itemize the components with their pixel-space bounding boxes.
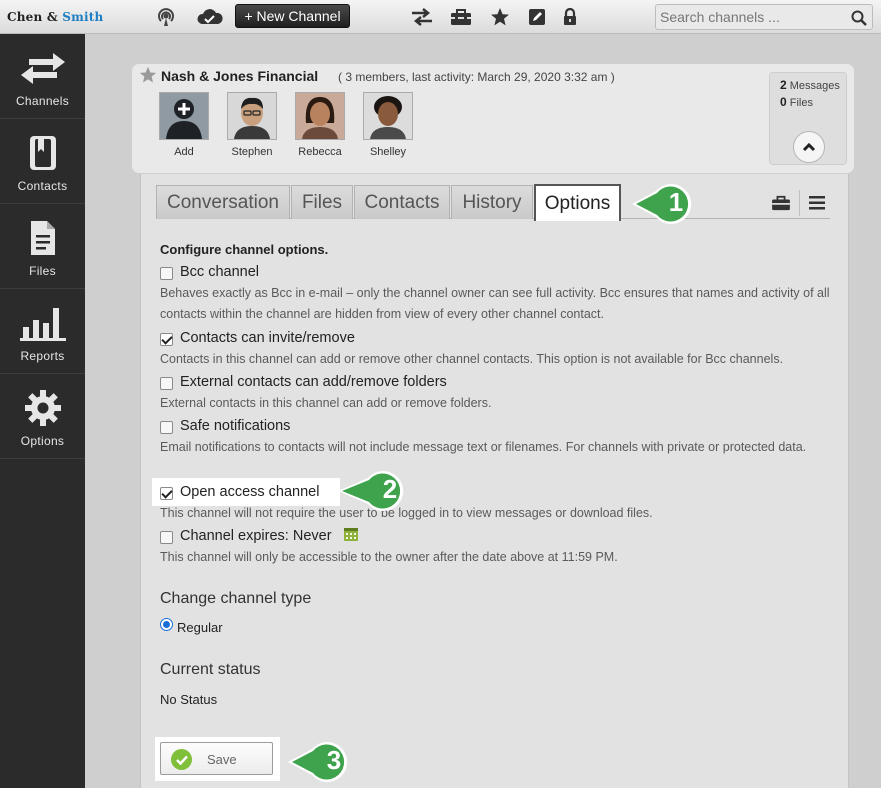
collapse-header-button[interactable]	[793, 131, 825, 163]
external-folders-checkbox[interactable]	[160, 377, 173, 390]
callout-number: 1	[668, 187, 684, 217]
channel-stats: 2 Messages 0 Files	[769, 72, 847, 165]
option-description: This channel will not require the user t…	[160, 506, 653, 520]
edit-icon[interactable]	[526, 6, 548, 28]
sidebar-item-contacts[interactable]: Contacts	[0, 119, 85, 204]
open-access-checkbox[interactable]	[160, 487, 173, 500]
tab-history[interactable]: History	[451, 185, 533, 219]
option-description: Behaves exactly as Bcc in e-mail – only …	[160, 286, 830, 321]
avatar	[295, 92, 345, 140]
tab-conversation[interactable]: Conversation	[156, 185, 290, 219]
option-label: External contacts can add/remove folders	[180, 374, 447, 390]
files-count: 0	[780, 95, 787, 109]
chevron-up-icon	[802, 142, 816, 152]
add-member-button[interactable]: Add	[159, 92, 209, 158]
search-input[interactable]	[660, 8, 846, 26]
save-button[interactable]: Save	[160, 742, 273, 775]
files-label: Files	[789, 97, 813, 109]
star-icon[interactable]	[489, 6, 511, 28]
top-bar: Chen & Smith + New Channel	[0, 0, 881, 34]
member-rebecca[interactable]: Rebecca	[295, 92, 345, 158]
broadcast-icon[interactable]	[155, 6, 177, 28]
tab-options[interactable]: Options	[534, 184, 621, 221]
option-label: Channel expires: Never	[180, 528, 332, 544]
sidebar-item-options[interactable]: Options	[0, 374, 85, 459]
sidebar-item-label: Reports	[20, 349, 65, 363]
bcc-channel-checkbox[interactable]	[160, 267, 173, 280]
file-icon	[0, 218, 85, 258]
tool-separator	[799, 190, 800, 216]
sidebar-item-reports[interactable]: Reports	[0, 289, 85, 374]
callout-3: 3	[286, 740, 358, 788]
callout-number: 2	[382, 474, 398, 504]
option-label: Safe notifications	[180, 418, 291, 434]
files-stat: 0 Files	[780, 95, 813, 109]
callout-2: 2	[336, 469, 416, 518]
callout-1: 1	[630, 182, 702, 231]
menu-icon[interactable]	[806, 193, 828, 213]
option-description: This channel will only be accessible to …	[160, 550, 618, 564]
channel-expires-checkbox[interactable]	[160, 531, 173, 544]
sidebar-item-label: Files	[29, 264, 56, 278]
messages-stat: 2 Messages	[780, 78, 840, 92]
add-member-avatar	[159, 92, 209, 140]
channel-title: Nash & Jones Financial	[161, 68, 319, 84]
sidebar-item-label: Channels	[15, 94, 70, 108]
option-label: Contacts can invite/remove	[180, 330, 355, 346]
contacts-book-icon	[0, 133, 85, 173]
search-box	[655, 4, 873, 30]
toolbox-icon[interactable]	[450, 6, 472, 28]
regular-radio[interactable]	[160, 618, 173, 631]
gear-icon	[0, 388, 85, 428]
option-label: Open access channel	[180, 484, 320, 500]
transfer-arrows-icon[interactable]	[409, 6, 435, 28]
tab-files[interactable]: Files	[291, 185, 353, 219]
save-button-label: Save	[207, 752, 237, 767]
favorite-star-icon[interactable]	[139, 66, 157, 84]
sidebar-item-channels[interactable]: Channels	[0, 34, 85, 119]
brand-ampersand: &	[46, 10, 58, 24]
messages-label: Messages	[789, 80, 840, 92]
avatar	[227, 92, 277, 140]
member-name: Shelley	[369, 146, 407, 158]
brand-logo[interactable]: Chen & Smith	[7, 10, 103, 24]
sidebar-item-label: Options	[20, 434, 65, 448]
new-channel-button[interactable]: + New Channel	[235, 4, 350, 28]
safe-notifications-checkbox[interactable]	[160, 421, 173, 434]
callout-number: 3	[326, 745, 342, 775]
arrows-icon	[0, 48, 85, 88]
avatar	[363, 92, 413, 140]
channel-meta: ( 3 members, last activity: March 29, 20…	[338, 70, 615, 84]
contacts-invite-checkbox[interactable]	[160, 333, 173, 346]
cloud-check-icon[interactable]	[196, 6, 224, 28]
current-status-value: No Status	[160, 692, 218, 707]
option-description: External contacts in this channel can ad…	[160, 396, 492, 410]
toolbox-icon[interactable]	[770, 193, 792, 213]
channel-type-heading: Change channel type	[160, 590, 312, 607]
member-shelley[interactable]: Shelley	[363, 92, 413, 158]
brand-name-part1: Chen	[7, 10, 43, 24]
messages-count: 2	[780, 78, 787, 92]
member-stephen[interactable]: Stephen	[227, 92, 277, 158]
option-label: Bcc channel	[180, 264, 259, 280]
lock-icon[interactable]	[559, 6, 581, 28]
tab-contacts[interactable]: Contacts	[354, 185, 450, 219]
regular-radio-label: Regular	[177, 620, 223, 635]
brand-name-part2: Smith	[62, 10, 104, 24]
sidebar-item-files[interactable]: Files	[0, 204, 85, 289]
bar-chart-icon	[0, 303, 85, 343]
sidebar: Channels Contacts Files Reports Options	[0, 34, 85, 788]
checkmark-icon	[171, 749, 192, 770]
search-icon[interactable]	[849, 8, 869, 28]
sidebar-item-label: Contacts	[17, 179, 68, 193]
calendar-icon[interactable]	[343, 526, 359, 542]
current-status-heading: Current status	[160, 661, 261, 678]
option-description: Email notifications to contacts will not…	[160, 440, 807, 454]
option-description: Contacts in this channel can add or remo…	[160, 352, 784, 366]
options-section-title: Configure channel options.	[160, 242, 329, 257]
